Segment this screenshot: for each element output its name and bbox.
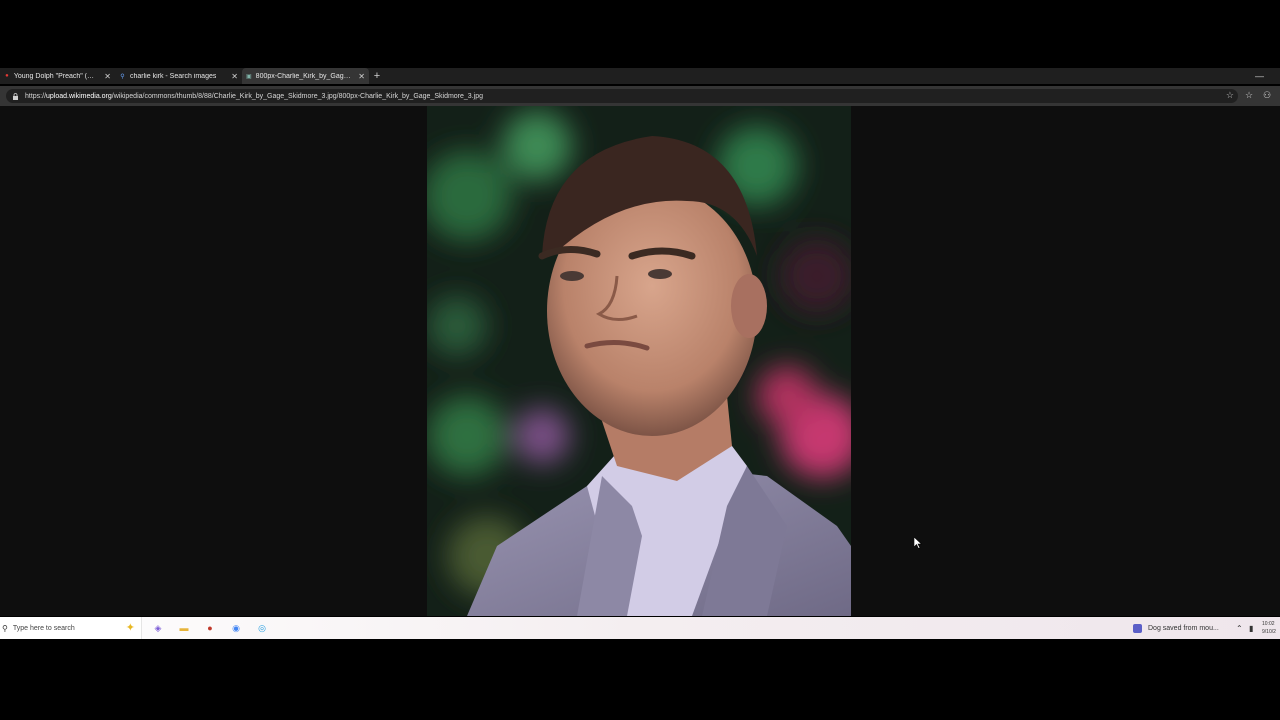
tab-close-icon[interactable]: ✕ bbox=[100, 72, 111, 81]
search-icon: ⚲ bbox=[2, 623, 8, 633]
tab-strip: ● Young Dolph "Preach" (WSHH Pr ✕ ⚲ char… bbox=[0, 68, 1280, 84]
tab-image-active[interactable]: ▣ 800px-Charlie_Kirk_by_Gage_Skidmore_3.… bbox=[242, 68, 369, 84]
minimize-icon[interactable]: — bbox=[1255, 68, 1264, 84]
portrait-illustration bbox=[427, 106, 851, 616]
sparkle-icon: ✦ bbox=[125, 622, 135, 634]
search-icon: ⚲ bbox=[120, 73, 125, 80]
image-viewer bbox=[0, 106, 1280, 616]
url-field[interactable]: https://upload.wikimedia.org/wikipedia/c… bbox=[6, 89, 1238, 103]
address-bar: https://upload.wikimedia.org/wikipedia/c… bbox=[0, 86, 1280, 106]
tab-young-dolph[interactable]: ● Young Dolph "Preach" (WSHH Pr ✕ bbox=[0, 68, 115, 84]
url-prefix: https:// bbox=[25, 92, 47, 100]
tab-close-icon[interactable]: ✕ bbox=[227, 72, 238, 81]
taskbar-search-placeholder: Type here to search bbox=[12, 624, 75, 632]
edge-icon[interactable]: ◎ bbox=[255, 621, 269, 635]
copilot-icon[interactable]: ◈ bbox=[151, 621, 165, 635]
favorite-star-icon[interactable]: ☆ bbox=[1226, 90, 1234, 101]
taskbar-search[interactable]: ⚲ Type here to search ✦ bbox=[0, 617, 142, 639]
clock-date: 9/10/2 bbox=[1262, 629, 1276, 635]
taskbar: ⚲ Type here to search ✦ ◈ ▬ ● ◉ ◎ Dog sa… bbox=[0, 617, 1280, 639]
new-tab-button[interactable]: + bbox=[369, 68, 385, 84]
clock-time: 10:02 bbox=[1262, 621, 1275, 627]
favorites-icon[interactable]: ☆ bbox=[1245, 90, 1253, 101]
system-clock[interactable]: 10:02 9/10/2 bbox=[1262, 620, 1276, 636]
tab-close-icon[interactable]: ✕ bbox=[354, 72, 365, 81]
tab-search-images[interactable]: ⚲ charlie kirk - Search images ✕ bbox=[115, 68, 242, 84]
microphone-icon[interactable]: ▮ bbox=[1249, 617, 1253, 639]
screen: ● Young Dolph "Preach" (WSHH Pr ✕ ⚲ char… bbox=[0, 0, 1280, 720]
file-explorer-icon[interactable]: ▬ bbox=[177, 621, 191, 635]
url-path: /wikipedia/commons/thumb/8/88/Charlie_Ki… bbox=[111, 92, 483, 100]
tab-title: charlie kirk - Search images bbox=[130, 72, 217, 80]
notification-text: Dog saved from mou... bbox=[1148, 624, 1219, 632]
app-icon[interactable]: ● bbox=[203, 621, 217, 635]
chrome-icon[interactable]: ◉ bbox=[229, 621, 243, 635]
notification-app-icon bbox=[1133, 623, 1142, 633]
lock-icon[interactable] bbox=[12, 92, 19, 100]
tab-title: Young Dolph "Preach" (WSHH Pr bbox=[13, 72, 100, 80]
tab-title: 800px-Charlie_Kirk_by_Gage_Skidmore_3.jp… bbox=[255, 72, 355, 80]
notification-item[interactable]: Dog saved from mou... bbox=[1133, 617, 1219, 639]
red-video-icon: ● bbox=[5, 73, 9, 79]
image-icon: ▣ bbox=[246, 73, 252, 80]
portrait-image[interactable] bbox=[427, 106, 851, 616]
url-text: https://upload.wikimedia.org/wikipedia/c… bbox=[25, 93, 483, 100]
profile-icon[interactable]: ⚇ bbox=[1263, 90, 1271, 101]
url-domain: upload.wikimedia.org bbox=[46, 92, 112, 100]
mouse-cursor-icon bbox=[914, 537, 922, 549]
chevron-up-icon[interactable]: ⌃ bbox=[1236, 617, 1243, 639]
